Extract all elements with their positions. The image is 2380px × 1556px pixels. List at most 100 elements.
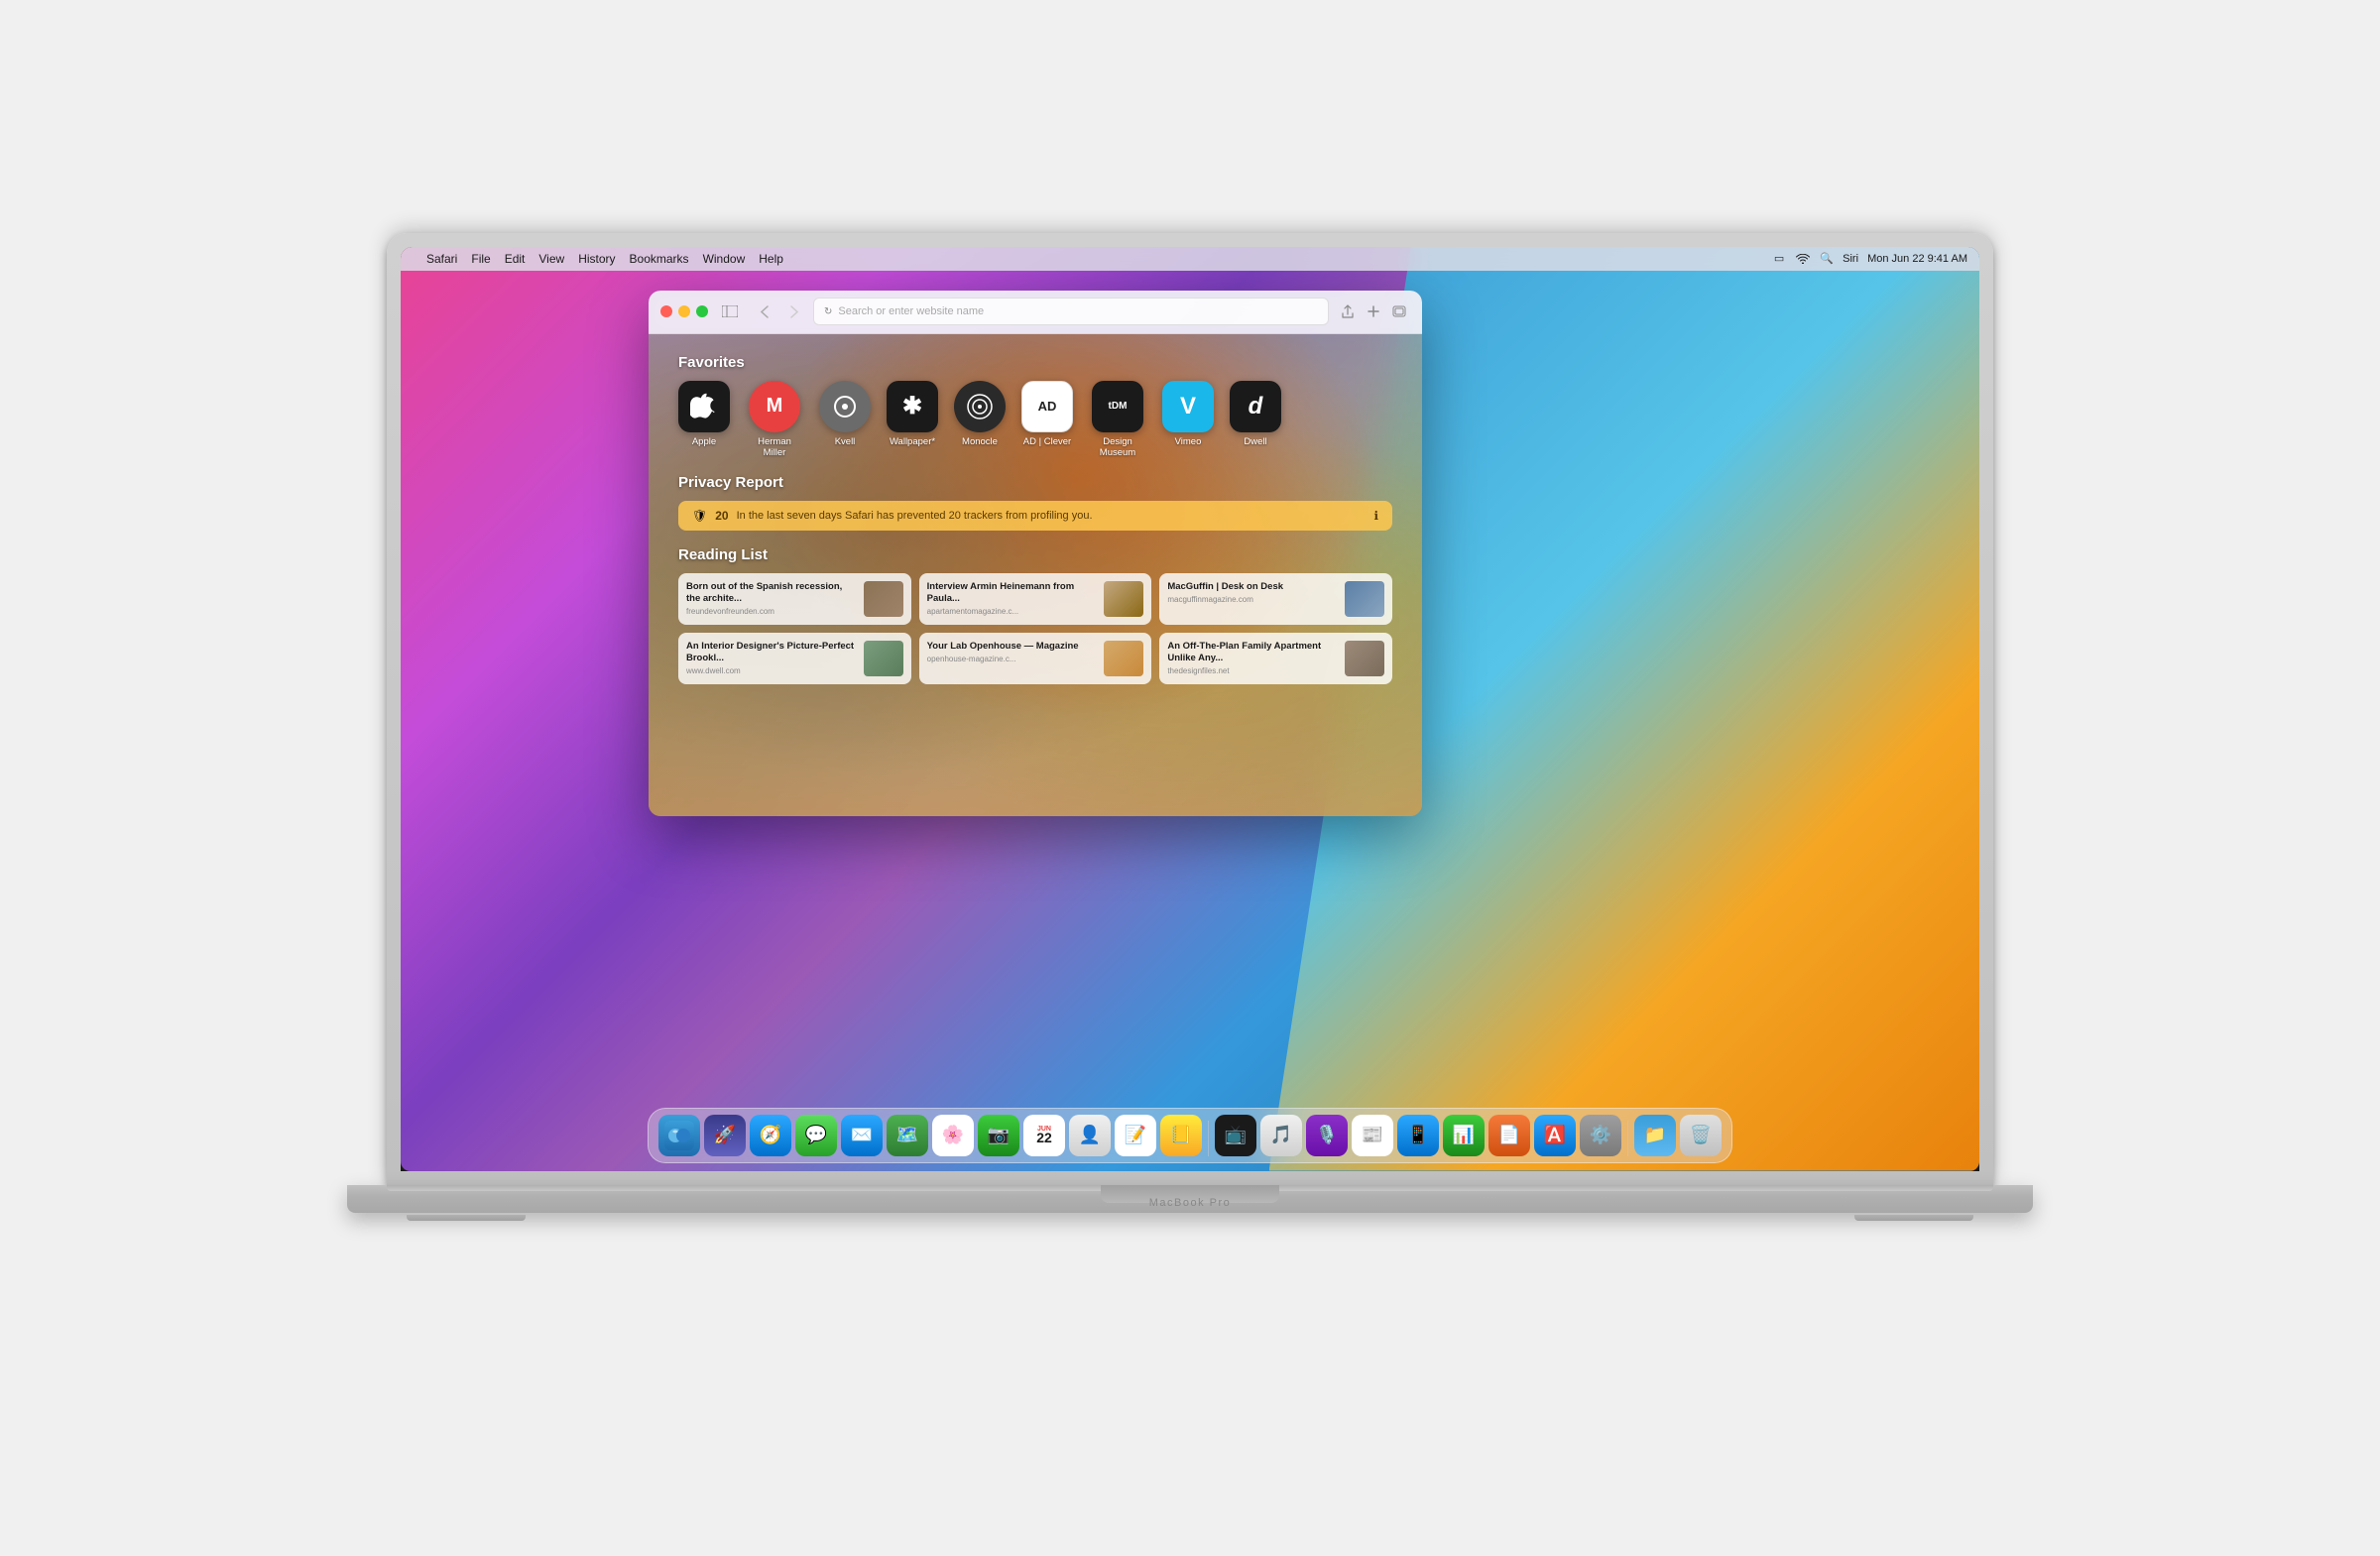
reading-title-1: Born out of the Spanish recession, the a…: [686, 581, 856, 606]
dock-finder[interactable]: [658, 1115, 700, 1156]
back-button[interactable]: [754, 300, 775, 322]
dock-launchpad[interactable]: 🚀: [704, 1115, 746, 1156]
reading-domain-6: thedesignfiles.net: [1167, 666, 1337, 675]
dwell-favicon: d: [1230, 381, 1281, 432]
tabs-button[interactable]: [1388, 300, 1410, 322]
reading-item-5[interactable]: Your Lab Openhouse — Magazine openhouse-…: [919, 633, 1152, 684]
dock-facetime[interactable]: 📷: [978, 1115, 1019, 1156]
reading-text-6: An Off-The-Plan Family Apartment Unlike …: [1167, 641, 1337, 676]
dock-separator: [1208, 1121, 1209, 1156]
reading-text-4: An Interior Designer's Picture-Perfect B…: [686, 641, 856, 676]
favorite-apple[interactable]: Apple: [678, 381, 730, 458]
favorite-vimeo[interactable]: V Vimeo: [1162, 381, 1214, 458]
favorite-wallpaper[interactable]: ✱ Wallpaper*: [887, 381, 938, 458]
dock-finder-window[interactable]: 📁: [1634, 1115, 1676, 1156]
forward-button[interactable]: [783, 300, 805, 322]
traffic-lights: [660, 305, 708, 317]
reading-text-2: Interview Armin Heinemann from Paula... …: [927, 581, 1097, 617]
sidebar-toggle-button[interactable]: [716, 300, 744, 322]
dock-safari[interactable]: 🧭: [750, 1115, 791, 1156]
menubar-bookmarks[interactable]: Bookmarks: [630, 252, 689, 266]
siri-icon[interactable]: Siri: [1844, 252, 1857, 266]
dock-reminders[interactable]: 📝: [1115, 1115, 1156, 1156]
dock-news[interactable]: 📰: [1352, 1115, 1393, 1156]
new-tab-button[interactable]: [1363, 300, 1384, 322]
menubar-right: ▭ 🔍 Siri Mon Jun 22 9:41 AM: [1772, 252, 1967, 266]
dock-maps[interactable]: 🗺️: [887, 1115, 928, 1156]
reading-item-6[interactable]: An Off-The-Plan Family Apartment Unlike …: [1159, 633, 1392, 684]
privacy-bar[interactable]: 🛡 20 In the last seven days Safari has p…: [678, 501, 1392, 531]
dock-calendar[interactable]: JUN 22: [1023, 1115, 1065, 1156]
reading-thumb-1: [864, 581, 903, 617]
reading-list-grid: Born out of the Spanish recession, the a…: [678, 573, 1392, 684]
reading-title-5: Your Lab Openhouse — Magazine: [927, 641, 1097, 653]
dock-messages[interactable]: 💬: [795, 1115, 837, 1156]
menubar-history[interactable]: History: [578, 252, 615, 266]
macbook-screen: Safari File Edit View History Bookmarks …: [401, 247, 1979, 1171]
hermanmiller-label: Herman Miller: [746, 436, 803, 458]
favorite-hermanmiller[interactable]: M Herman Miller: [746, 381, 803, 458]
menubar-file[interactable]: File: [471, 252, 490, 266]
menubar-left: Safari File Edit View History Bookmarks …: [413, 252, 783, 266]
reading-list-title: Reading List: [678, 546, 1392, 563]
menubar-window[interactable]: Window: [703, 252, 746, 266]
dock-pages[interactable]: 📄: [1488, 1115, 1530, 1156]
safari-toolbar: ↻ Search or enter website name: [649, 291, 1422, 334]
reading-title-6: An Off-The-Plan Family Apartment Unlike …: [1167, 641, 1337, 665]
tracker-count: 20: [715, 509, 728, 523]
dock-podcasts[interactable]: 🎙️: [1306, 1115, 1348, 1156]
favorites-grid: Apple M Herman Miller: [678, 381, 1392, 458]
reading-title-2: Interview Armin Heinemann from Paula...: [927, 581, 1097, 606]
dock-contacts[interactable]: 👤: [1069, 1115, 1111, 1156]
reading-thumb-3: [1345, 581, 1384, 617]
privacy-info-icon[interactable]: ℹ: [1373, 509, 1378, 523]
addressbar-placeholder-text: Search or enter website name: [838, 305, 1318, 317]
dock-separator-2: [1627, 1121, 1628, 1156]
menubar-edit[interactable]: Edit: [505, 252, 526, 266]
dock-appletv[interactable]: 📺: [1215, 1115, 1256, 1156]
menubar: Safari File Edit View History Bookmarks …: [401, 247, 1979, 271]
search-menu-icon[interactable]: 🔍: [1820, 252, 1834, 266]
reading-item-4[interactable]: An Interior Designer's Picture-Perfect B…: [678, 633, 911, 684]
reading-list-section: Reading List Born out of the Spanish rec…: [678, 546, 1392, 684]
menubar-app-name[interactable]: Safari: [426, 252, 457, 266]
favorite-dwell[interactable]: d Dwell: [1230, 381, 1281, 458]
menubar-view[interactable]: View: [538, 252, 564, 266]
dock-sidecar[interactable]: 📱: [1397, 1115, 1439, 1156]
reading-text-5: Your Lab Openhouse — Magazine openhouse-…: [927, 641, 1097, 663]
favorite-kvell[interactable]: Kvell: [819, 381, 871, 458]
dock-notes[interactable]: 📒: [1160, 1115, 1202, 1156]
favorites-title: Favorites: [678, 354, 1392, 371]
reading-item-3[interactable]: MacGuffin | Desk on Desk macguffinmagazi…: [1159, 573, 1392, 625]
favorite-monocle[interactable]: Monocle: [954, 381, 1006, 458]
reading-item-2[interactable]: Interview Armin Heinemann from Paula... …: [919, 573, 1152, 625]
wallpaper-favicon: ✱: [887, 381, 938, 432]
dock-music[interactable]: 🎵: [1260, 1115, 1302, 1156]
dock-systemprefs[interactable]: ⚙️: [1580, 1115, 1621, 1156]
dock-container: 🚀 🧭 💬 ✉️ 🗺️ 🌸 📷 JUN 22 👤 📝: [648, 1108, 1732, 1163]
apple-label: Apple: [692, 436, 716, 447]
dock-numbers[interactable]: 📊: [1443, 1115, 1485, 1156]
newtab-content: Favorites Apple: [649, 334, 1422, 704]
address-bar[interactable]: ↻ Search or enter website name: [813, 298, 1329, 325]
reading-domain-4: www.dwell.com: [686, 666, 856, 675]
reading-domain-2: apartamentomagazine.c...: [927, 607, 1097, 616]
dock-appstore[interactable]: 🅰️: [1534, 1115, 1576, 1156]
kvell-favicon: [819, 381, 871, 432]
dwell-label: Dwell: [1244, 436, 1266, 447]
minimize-button[interactable]: [678, 305, 690, 317]
reading-item-1[interactable]: Born out of the Spanish recession, the a…: [678, 573, 911, 625]
share-button[interactable]: [1337, 300, 1359, 322]
kvell-label: Kvell: [835, 436, 856, 447]
menubar-help[interactable]: Help: [759, 252, 783, 266]
reading-title-3: MacGuffin | Desk on Desk: [1167, 581, 1337, 593]
dock: 🚀 🧭 💬 ✉️ 🗺️ 🌸 📷 JUN 22 👤 📝: [648, 1108, 1732, 1163]
privacy-report-section: Privacy Report 🛡 20 In the last seven da…: [678, 474, 1392, 531]
dock-trash[interactable]: 🗑️: [1680, 1115, 1722, 1156]
fullscreen-button[interactable]: [696, 305, 708, 317]
favorite-designmuseum[interactable]: tDM Design Museum: [1089, 381, 1146, 458]
dock-mail[interactable]: ✉️: [841, 1115, 883, 1156]
close-button[interactable]: [660, 305, 672, 317]
dock-photos[interactable]: 🌸: [932, 1115, 974, 1156]
favorite-ad[interactable]: AD AD | Clever: [1021, 381, 1073, 458]
